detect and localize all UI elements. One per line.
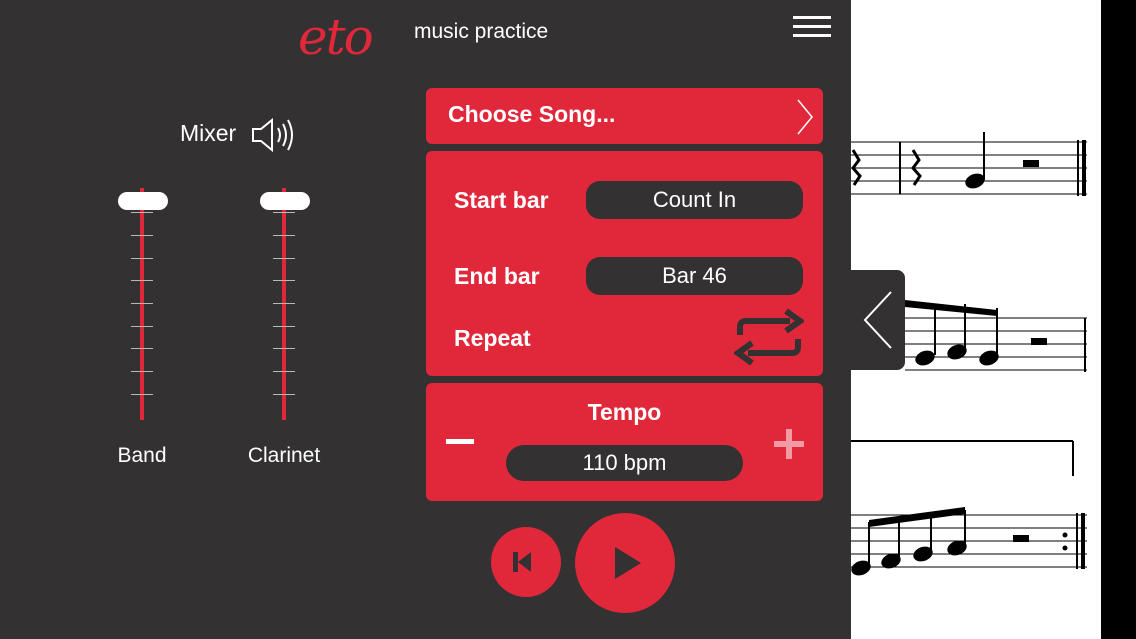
slider-tick	[131, 235, 153, 236]
tempo-panel: Tempo 110 bpm	[426, 383, 823, 501]
eto-logo: eto	[298, 8, 374, 66]
start-bar-selector[interactable]: Count In	[586, 181, 803, 219]
slider-tick	[273, 371, 295, 372]
mixer-title: Mixer	[180, 120, 237, 146]
rewind-button[interactable]	[491, 527, 561, 597]
hamburger-menu-icon	[793, 16, 831, 19]
chevron-right-icon	[797, 99, 813, 135]
bar-range-panel: Start bar Count In End bar Bar 46 Repeat	[426, 151, 823, 376]
minus-icon[interactable]	[446, 439, 474, 444]
collapse-panel-button[interactable]	[851, 270, 905, 370]
play-button[interactable]	[575, 513, 675, 613]
slider-tick	[273, 326, 295, 327]
slider-tick	[131, 394, 153, 395]
clarinet-label: Clarinet	[247, 444, 321, 467]
menu-button[interactable]	[793, 16, 831, 38]
choose-song-button[interactable]: Choose Song...	[426, 88, 823, 144]
slider-tick	[131, 280, 153, 281]
band-volume-slider[interactable]	[112, 188, 172, 420]
choose-song-label: Choose Song...	[448, 101, 616, 127]
tempo-label: Tempo	[587, 399, 662, 425]
slider-tick	[273, 394, 295, 395]
slider-tick	[273, 348, 295, 349]
band-label: Band	[117, 444, 167, 467]
slider-tick	[273, 212, 295, 213]
slider-track	[140, 188, 144, 420]
screen-edge	[1101, 0, 1136, 639]
plus-icon[interactable]	[774, 429, 804, 459]
end-bar-selector[interactable]: Bar 46	[586, 257, 803, 295]
app-root: eto music practice Mixer Band Clarinet C…	[0, 0, 1136, 639]
slider-track	[282, 188, 286, 420]
slider-tick	[131, 348, 153, 349]
skip-to-start-icon	[513, 552, 531, 572]
slider-tick	[131, 326, 153, 327]
end-bar-label: End bar	[454, 263, 540, 289]
chevron-left-icon	[863, 291, 892, 349]
clarinet-volume-slider[interactable]	[254, 188, 314, 420]
slider-tick	[131, 258, 153, 259]
tempo-value[interactable]: 110 bpm	[506, 445, 743, 481]
clarinet-slider-knob[interactable]	[260, 192, 310, 210]
slider-tick	[131, 371, 153, 372]
slider-tick	[273, 280, 295, 281]
slider-tick	[273, 303, 295, 304]
slider-tick	[131, 212, 153, 213]
hamburger-line	[793, 34, 831, 37]
slider-tick	[273, 235, 295, 236]
speaker-icon[interactable]	[250, 115, 298, 155]
slider-tick	[131, 303, 153, 304]
control-panel: eto music practice Mixer Band Clarinet C…	[0, 0, 851, 639]
play-icon	[615, 547, 641, 579]
slider-tick	[273, 258, 295, 259]
repeat-icon[interactable]	[734, 307, 804, 367]
repeat-label: Repeat	[454, 325, 531, 351]
hamburger-line	[793, 25, 831, 28]
band-slider-knob[interactable]	[118, 192, 168, 210]
app-tagline: music practice	[414, 20, 549, 43]
start-bar-label: Start bar	[454, 187, 549, 213]
